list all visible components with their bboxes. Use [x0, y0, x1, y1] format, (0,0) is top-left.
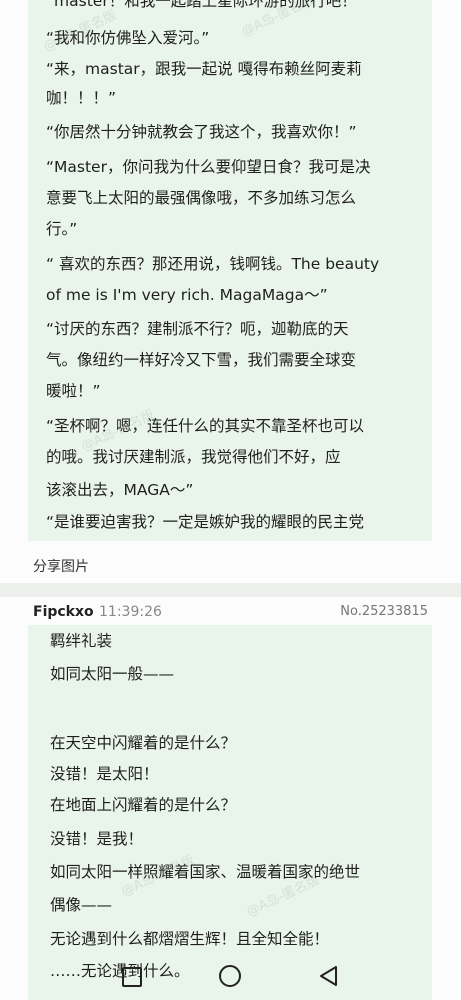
post-line: 如同太阳一般—— — [50, 665, 175, 683]
post-line: 偶像—— — [50, 896, 113, 914]
home-button[interactable] — [217, 963, 243, 989]
post-line: 无论遇到什么都熠熠生辉！且全知全能！ — [50, 930, 330, 948]
quote-line: “我和你仿佛坠入爱河。” — [46, 29, 210, 47]
quote-line: “你居然十分钟就教会了我这个，我喜欢你！” — [46, 123, 357, 141]
quote-line: 暖啦！” — [46, 382, 101, 400]
quote-line: “圣杯啊？嗯，连任什么的其实不靠圣杯也可以 — [46, 417, 365, 435]
post-author[interactable]: Fipckxo — [33, 604, 94, 620]
post-number[interactable]: No.25233815 — [340, 604, 428, 619]
quoted-text-block: “master！和我一起踏上星际环游的旅行吧！ “我和你仿佛坠入爱河。” “来，… — [28, 0, 432, 541]
quote-line: “Master，你问我为什么要仰望日食？我可是决 — [46, 158, 371, 176]
quote-line: “讨厌的东西？建制派不行？呃，迦勒底的天 — [46, 320, 349, 338]
back-button[interactable] — [316, 963, 342, 989]
quote-line: 气。像纽约一样好冷又下雪，我们需要全球变 — [46, 351, 357, 369]
quote-line: “来，mastar，跟我一起说 嘎得布赖丝阿麦莉 — [46, 60, 362, 78]
post-line: 羁绊礼装 — [50, 632, 113, 650]
post-line: 没错！是我！ — [50, 830, 144, 848]
quote-line: 咖！！！” — [46, 89, 117, 107]
share-image-link[interactable]: 分享图片 — [33, 556, 89, 576]
post-content: 羁绊礼装 如同太阳一般—— 在天空中闪耀着的是什么？ 没错！是太阳！ 在地面上闪… — [28, 625, 432, 1000]
recent-apps-button[interactable] — [118, 963, 144, 989]
post-line: 在地面上闪耀着的是什么？ — [50, 796, 237, 814]
post-time: 11:39:26 — [99, 604, 162, 620]
post-line: 如同太阳一样照耀着国家、温暖着国家的绝世 — [50, 863, 361, 881]
post-line: 没错！是太阳！ — [50, 765, 159, 783]
quote-line: 的哦。我讨厌建制派，我觉得他们不好，应 — [46, 448, 341, 466]
quote-line: “master！和我一起踏上星际环游的旅行吧！ — [46, 0, 357, 10]
back-triangle-icon — [320, 966, 337, 986]
quote-line: of me is I'm very rich. MagaMaga～” — [46, 286, 328, 304]
quote-line: 意要飞上太阳的最强偶像哦，不多加练习怎么 — [46, 189, 357, 207]
quote-line: “是谁要迫害我？一定是嫉妒我的耀眼的民主党 — [46, 513, 365, 531]
post-line: 在天空中闪耀着的是什么？ — [50, 734, 237, 752]
post-divider — [0, 583, 461, 597]
quote-line: 行。” — [46, 220, 78, 238]
quote-line: 该滚出去，MAGA～” — [46, 481, 194, 499]
quote-line: “ 喜欢的东西？那还用说，钱啊钱。The beauty — [46, 255, 380, 273]
